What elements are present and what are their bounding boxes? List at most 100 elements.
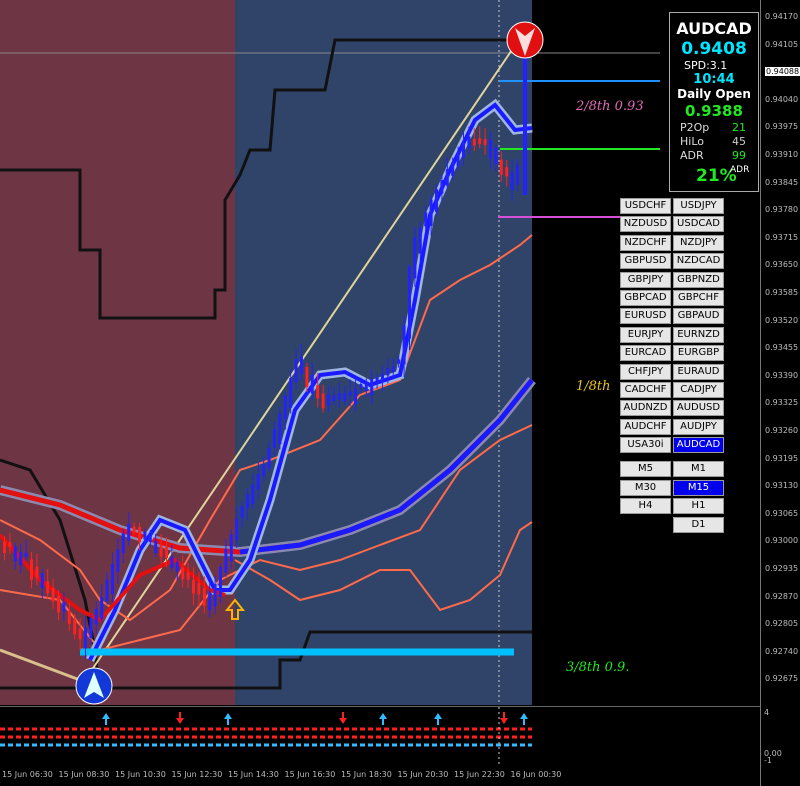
p2op-row: P2Op 21 [680, 121, 754, 134]
candle-body [229, 534, 233, 562]
timeframe-button-d1[interactable]: D1 [673, 516, 724, 533]
pair-button-euraud[interactable]: EURAUD [673, 363, 724, 380]
arrow-head [339, 718, 347, 724]
pair-button-gbpcad[interactable]: GBPCAD [620, 290, 671, 306]
pair-button-audjpy[interactable]: AUDJPY [673, 418, 724, 435]
signal-down-icon [339, 712, 347, 724]
candle-body [472, 138, 476, 146]
price-tick: 0.93065 [765, 508, 799, 518]
pair-button-usdcad[interactable]: USDCAD [673, 216, 724, 233]
pair-button-chfjpy[interactable]: CHFJPY [620, 363, 671, 380]
pair-button-cadjpy[interactable]: CADJPY [673, 382, 724, 398]
candle-body [364, 384, 368, 391]
pair-button-eurusd[interactable]: EURUSD [620, 308, 671, 325]
buy-signal-icon [75, 667, 113, 705]
pair-button-gbpchf[interactable]: GBPCHF [673, 290, 724, 306]
arrow-head [434, 713, 442, 719]
timeframe-button-h4[interactable]: H4 [620, 498, 671, 515]
arrow-head [102, 713, 110, 719]
price-tick: 0.93260 [765, 426, 799, 435]
candle-timer: 10:44 [693, 72, 735, 87]
timeframe-button-m1[interactable]: M1 [673, 461, 724, 477]
candle-body [267, 447, 271, 469]
pair-button-audnzd[interactable]: AUDNZD [620, 400, 671, 417]
pair-button-nzdcad[interactable]: NZDCAD [673, 253, 724, 270]
candle-body [84, 627, 87, 649]
price-tick: 0.93910 [765, 150, 799, 159]
candle-body [381, 373, 384, 383]
candle-body [499, 159, 503, 175]
pair-button-audchf[interactable]: AUDCHF [620, 418, 671, 435]
price-chart-area[interactable]: 2/8th 0.93 1/8th 3/8th 0.9. AUDCAD 0.940… [0, 0, 760, 705]
candle-body [213, 584, 217, 607]
candle-body [440, 180, 444, 194]
candle-body [516, 164, 519, 185]
candle-body [127, 524, 131, 541]
candle-body [159, 544, 163, 557]
pair-button-eurcad[interactable]: EURCAD [620, 345, 671, 362]
candle-body [208, 592, 212, 611]
candle-body [462, 143, 465, 158]
fib-2-8th-label: 2/8th 0.93 [576, 99, 644, 114]
candle-body [386, 368, 390, 376]
signal-up-icon [224, 713, 232, 725]
candle-body [408, 266, 411, 339]
adr-percent-label: ADR [730, 165, 750, 175]
timeframe-button-m5[interactable]: M5 [620, 461, 671, 477]
arrow-head [224, 713, 232, 719]
price-axis[interactable]: 0.94170 0.94105 0.94088 0.94040 0.93975 0.939… [760, 0, 800, 786]
candle-body [51, 587, 55, 602]
candle-body [359, 384, 363, 388]
arrow-head [520, 713, 528, 719]
pair-button-eurnzd[interactable]: EURNZD [673, 326, 724, 343]
pair-button-usdjpy[interactable]: USDJPY [673, 198, 724, 214]
pair-button-usdchf[interactable]: USDCHF [620, 198, 671, 214]
hilo-label: HiLo [680, 135, 704, 148]
candle-body [413, 237, 417, 279]
candle-body [111, 563, 114, 595]
timeframe-button-m30[interactable]: M30 [620, 479, 671, 496]
candle-body [294, 359, 298, 382]
spread-text: SPD:3.1 [684, 59, 728, 72]
candle-body [148, 534, 152, 543]
candle-body [429, 199, 433, 226]
trend-line-left [0, 648, 81, 682]
daily-open-value: 0.9388 [685, 102, 743, 120]
pair-button-eurgbp[interactable]: EURGBP [673, 345, 724, 362]
candle-body [143, 531, 147, 540]
up-arrow-icon [224, 598, 246, 620]
timeframe-button-h1[interactable]: H1 [673, 498, 724, 515]
candle-body [105, 579, 109, 601]
candle-body [262, 464, 266, 477]
pair-button-gbpjpy[interactable]: GBPJPY [620, 271, 671, 288]
pair-button-audusd[interactable]: AUDUSD [673, 400, 724, 417]
pair-button-eurjpy[interactable]: EURJPY [620, 326, 671, 343]
candle-body [170, 556, 174, 569]
candle-body [13, 546, 17, 562]
pair-button-gbpusd[interactable]: GBPUSD [620, 253, 671, 270]
adr-value: 99 [732, 149, 746, 162]
pair-button-gbpnzd[interactable]: GBPNZD [673, 271, 724, 288]
time-label: 15 Jun 18:30 [341, 770, 392, 779]
timeframe-button-m15[interactable]: M15 [673, 479, 724, 496]
candle-body [224, 548, 228, 573]
pair-button-usa30i[interactable]: USA30i [620, 437, 671, 454]
pair-button-gbpaud[interactable]: GBPAUD [673, 308, 724, 325]
pair-button-nzdusd[interactable]: NZDUSD [620, 216, 671, 233]
indicator-subwindow[interactable] [0, 706, 760, 765]
candle-last [523, 45, 527, 195]
candle-body [78, 628, 82, 640]
candle-body [494, 147, 498, 165]
hilo-row: HiLo 45 [680, 135, 754, 148]
pair-button-nzdchf[interactable]: NZDCHF [620, 234, 671, 251]
pair-button-audcad[interactable]: AUDCAD [673, 437, 724, 454]
candle-body [30, 559, 33, 580]
pair-button-nzdjpy[interactable]: NZDJPY [673, 234, 724, 251]
candle-body [240, 506, 244, 518]
pair-button-cadchf[interactable]: CADCHF [620, 382, 671, 398]
time-axis[interactable]: 15 Jun 06:30 15 Jun 08:30 15 Jun 10:30 15 J… [0, 764, 760, 786]
time-label: 15 Jun 08:30 [58, 770, 110, 779]
price-tick: 0.94040 [765, 94, 799, 104]
price-tick: 0.93325 [765, 398, 799, 408]
candle-body [235, 518, 239, 540]
